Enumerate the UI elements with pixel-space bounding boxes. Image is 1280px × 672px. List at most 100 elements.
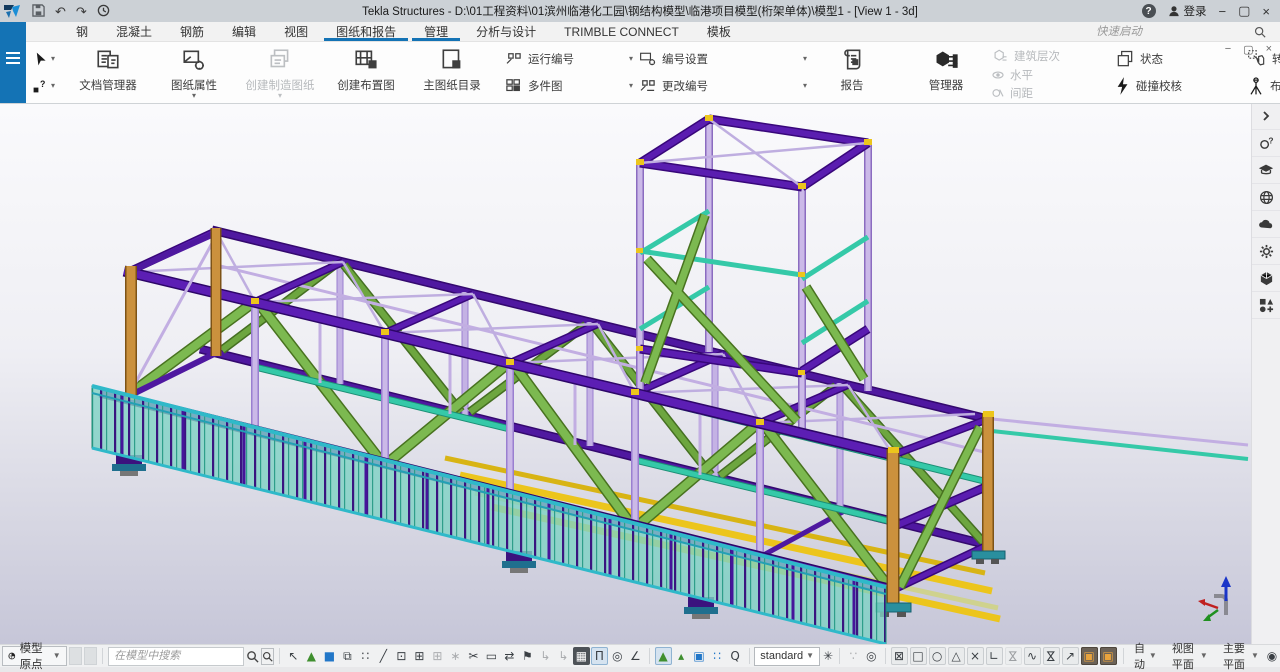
- numbering-settings-button[interactable]: 编号设置▾: [639, 47, 807, 70]
- snap-midpoint-icon[interactable]: △: [948, 647, 965, 665]
- learning-icon[interactable]: [1252, 157, 1280, 184]
- layout-manager-button[interactable]: 布置管理器: [1247, 74, 1280, 97]
- multi-drawing-button[interactable]: 多件图▾: [505, 74, 633, 97]
- select-angle-icon[interactable]: ∠: [627, 647, 644, 665]
- select-grid-lines-icon[interactable]: ⊞: [429, 647, 446, 665]
- close-button[interactable]: ×: [1262, 4, 1270, 19]
- model-search[interactable]: [108, 647, 244, 666]
- snap-perpendicular-icon[interactable]: ∟: [986, 647, 1003, 665]
- menu-tab[interactable]: TRIMBLE CONNECT: [552, 22, 691, 41]
- settings-gear-icon[interactable]: [1252, 238, 1280, 265]
- run-numbering-button[interactable]: 运行编号▾: [505, 47, 633, 70]
- restore-button[interactable]: ▢: [1238, 3, 1250, 19]
- select-axes-icon[interactable]: ⇄: [501, 647, 518, 665]
- zoom-search-icon[interactable]: Q: [727, 647, 744, 665]
- zoom-all-icon[interactable]: ∷: [709, 647, 726, 665]
- inquire-tool[interactable]: ?▾: [32, 78, 55, 94]
- create-fab-drawing-button[interactable]: 创建制造图纸 ▾: [237, 41, 323, 103]
- building-hierarchy-button[interactable]: 建筑层次: [991, 47, 1111, 65]
- select-solids-icon[interactable]: ⊡: [393, 647, 410, 665]
- community-globe-icon[interactable]: [1252, 184, 1280, 211]
- zoom-region-icon[interactable]: ▣: [691, 647, 708, 665]
- applications-icon[interactable]: [1252, 292, 1280, 319]
- select-cuts-icon[interactable]: ✂: [465, 647, 482, 665]
- report-button[interactable]: 报告: [809, 41, 895, 103]
- menu-tab[interactable]: 混凝土: [104, 22, 164, 41]
- plane-auto-dropdown[interactable]: 自动▼: [1128, 647, 1161, 665]
- select-distances-icon[interactable]: ⚑: [519, 647, 536, 665]
- origin-prev-button-disabled[interactable]: [69, 647, 82, 665]
- level-button[interactable]: 水平: [991, 67, 1111, 83]
- menu-tab[interactable]: 图纸和报告: [324, 22, 408, 41]
- visibility-eye-icon[interactable]: ◎: [863, 647, 880, 665]
- menu-tab[interactable]: 视图: [272, 22, 320, 41]
- snap-extension-icon[interactable]: ⋈: [1005, 647, 1022, 665]
- save-icon[interactable]: [32, 4, 45, 19]
- plane-main-dropdown[interactable]: 主要平面▼: [1215, 647, 1264, 665]
- document-manager-button[interactable]: 文档管理器: [65, 41, 151, 103]
- select-rebar-icon[interactable]: Π: [591, 647, 608, 665]
- minimize-button[interactable]: −: [1219, 4, 1227, 19]
- spacing-button[interactable]: 间距: [991, 85, 1111, 101]
- view-minimize-button[interactable]: −: [1225, 43, 1231, 56]
- work-plane-icon[interactable]: ▴: [673, 647, 690, 665]
- select-cursor-tool[interactable]: ▾: [32, 51, 55, 67]
- model-origin-dropdown[interactable]: 模型原点 ▼: [2, 646, 67, 666]
- snap-center-icon[interactable]: ○: [929, 647, 946, 665]
- snap-intersection-icon[interactable]: ×: [967, 647, 984, 665]
- view-restore-button[interactable]: ▢: [1243, 43, 1253, 56]
- select-plates-icon[interactable]: ■: [321, 647, 338, 665]
- menu-tab[interactable]: 分析与设计: [464, 22, 548, 41]
- model-cube-icon[interactable]: [1252, 265, 1280, 292]
- snap-reference-icon[interactable]: ⊠: [891, 647, 908, 665]
- ortho-toggle-icon[interactable]: ▣: [1081, 647, 1098, 665]
- snap-direction-icon[interactable]: ↗: [1062, 647, 1079, 665]
- select-switch-icon[interactable]: ↖: [285, 647, 302, 665]
- point-cloud-icon[interactable]: ∵: [845, 647, 862, 665]
- select-paths-icon[interactable]: ▦: [573, 647, 590, 665]
- selection-filter-dropdown[interactable]: standard ▼: [754, 647, 820, 666]
- snap-override-icon[interactable]: ⋈: [1043, 647, 1060, 665]
- select-joints-icon[interactable]: ↳: [537, 647, 554, 665]
- clash-check-button[interactable]: 碰撞校核: [1115, 74, 1243, 97]
- select-parts-icon[interactable]: ▲: [303, 647, 320, 665]
- snap-settings-icon[interactable]: ✳: [822, 647, 834, 665]
- select-points-icon[interactable]: ∷: [357, 647, 374, 665]
- tekla-logo-icon[interactable]: [0, 0, 24, 22]
- login-button[interactable]: 登录: [1168, 3, 1207, 19]
- select-views-icon[interactable]: ▭: [483, 647, 500, 665]
- cloud-icon[interactable]: [1252, 211, 1280, 238]
- panel-expand-button[interactable]: [1252, 103, 1280, 130]
- master-drawing-catalog-button[interactable]: 主图纸目录: [409, 41, 495, 103]
- relative-input-icon[interactable]: ▣: [1100, 647, 1117, 665]
- menu-tab[interactable]: 钢: [64, 22, 100, 41]
- redo-icon[interactable]: ↷: [76, 5, 87, 18]
- quick-launch[interactable]: [1094, 25, 1280, 39]
- model-viewport[interactable]: ?: [0, 103, 1280, 645]
- work-area-icon[interactable]: ▲: [655, 647, 672, 665]
- menu-tab[interactable]: 管理: [412, 22, 460, 41]
- search-run-icon[interactable]: [246, 650, 259, 663]
- organizer-button[interactable]: 管理器: [903, 41, 989, 103]
- select-components-icon[interactable]: ⧉: [339, 647, 356, 665]
- view-close-button[interactable]: ×: [1266, 43, 1272, 56]
- select-grids-icon[interactable]: ⊞: [411, 647, 428, 665]
- create-layout-drawing-button[interactable]: 创建布置图: [323, 41, 409, 103]
- drawing-properties-button[interactable]: 图纸属性 ▾: [151, 41, 237, 103]
- select-welds-icon[interactable]: ∗: [447, 647, 464, 665]
- plane-view-dropdown[interactable]: 视图平面▼: [1164, 647, 1213, 665]
- hamburger-menu-icon[interactable]: [6, 52, 20, 64]
- select-assemblies-icon[interactable]: ↳: [555, 647, 572, 665]
- history-icon[interactable]: [97, 4, 110, 19]
- select-lines-icon[interactable]: ╱: [375, 647, 392, 665]
- undo-icon[interactable]: ↶: [55, 5, 66, 18]
- search-options-icon[interactable]: [261, 648, 274, 665]
- menu-tab[interactable]: 模板: [695, 22, 743, 41]
- quick-launch-input[interactable]: [1094, 25, 1248, 39]
- change-numbering-button[interactable]: 更改编号▾: [639, 74, 807, 97]
- menu-tab[interactable]: 钢筋: [168, 22, 216, 41]
- plane-visibility-eye-icon[interactable]: ◉: [1266, 647, 1278, 665]
- select-visibility-icon[interactable]: ◎: [609, 647, 626, 665]
- model-search-input[interactable]: [112, 649, 240, 663]
- snap-geometry-icon[interactable]: □: [910, 647, 927, 665]
